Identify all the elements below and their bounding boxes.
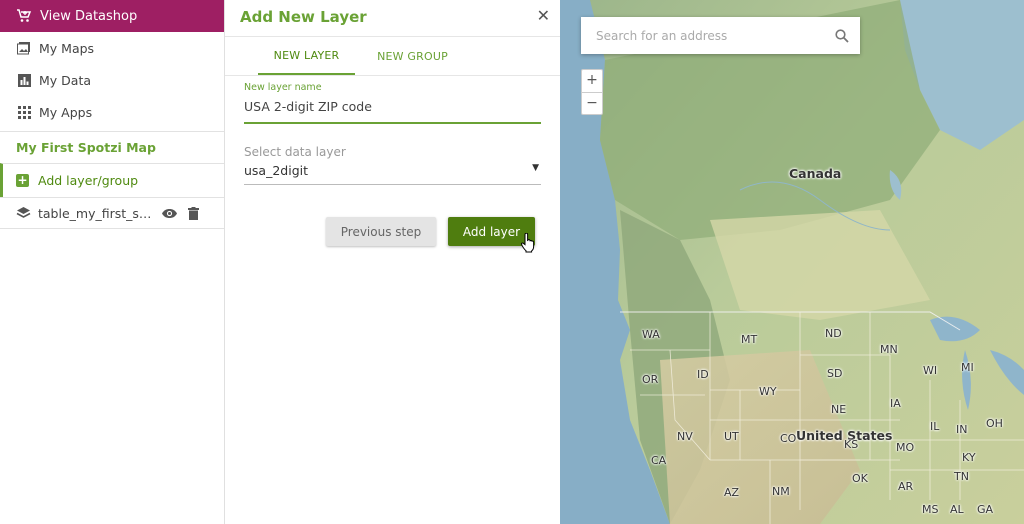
- select-underline: [244, 184, 541, 185]
- nav-my-apps[interactable]: My Apps: [0, 96, 224, 128]
- hand-cursor-icon: [521, 233, 535, 253]
- zoom-out-button[interactable]: −: [582, 92, 602, 114]
- previous-step-button[interactable]: Previous step: [326, 217, 436, 246]
- panel-header: Add New Layer: [225, 0, 560, 34]
- plus-icon: +: [16, 173, 29, 187]
- state-label: AL: [950, 503, 964, 516]
- state-label: WI: [923, 364, 938, 377]
- trash-icon[interactable]: [184, 205, 202, 221]
- state-label: NE: [831, 403, 847, 416]
- state-label: CO: [780, 432, 797, 445]
- add-layer-panel: Add New Layer ✕ NEW LAYER NEW GROUP New …: [225, 0, 560, 524]
- dropdown-arrow-icon[interactable]: ▼: [532, 163, 541, 178]
- data-layer-value-row[interactable]: usa_2digit ▼: [244, 163, 541, 178]
- state-label: TN: [954, 470, 969, 483]
- state-label: MN: [880, 343, 898, 356]
- layer-name-label: New layer name: [244, 82, 322, 93]
- grid-icon: [16, 104, 32, 120]
- data-layer-select[interactable]: Select data layer usa_2digit ▼: [244, 145, 541, 185]
- state-label: KS: [844, 438, 859, 451]
- search-icon[interactable]: [824, 28, 860, 43]
- state-label: MS: [922, 503, 939, 516]
- state-label: MI: [961, 361, 974, 374]
- image-icon: [16, 40, 32, 56]
- zoom-in-button[interactable]: +: [582, 70, 602, 92]
- view-datashop-label: View Datashop: [40, 8, 138, 24]
- layer-name-input[interactable]: USA 2-digit ZIP code: [244, 99, 541, 114]
- state-label: WY: [759, 385, 777, 398]
- state-label: GA: [977, 503, 994, 516]
- bar-chart-icon: [16, 72, 32, 88]
- nav-label: My Data: [39, 72, 92, 88]
- address-search-input[interactable]: Search for an address: [581, 17, 860, 54]
- view-datashop-button[interactable]: View Datashop: [0, 0, 224, 32]
- map-terrain: [560, 0, 1024, 524]
- state-label: OH: [986, 417, 1003, 430]
- close-icon[interactable]: ✕: [537, 6, 550, 25]
- zoom-control: + −: [581, 69, 603, 115]
- map-view[interactable]: Search for an address + − Canada United …: [560, 0, 1024, 524]
- state-label: MT: [741, 333, 758, 346]
- state-label: IL: [930, 420, 940, 433]
- data-layer-label: Select data layer: [244, 145, 346, 159]
- state-label: OK: [852, 472, 868, 485]
- panel-title: Add New Layer: [240, 8, 367, 26]
- nav-my-maps[interactable]: My Maps: [0, 32, 224, 64]
- state-label: ID: [697, 368, 709, 381]
- state-label: NV: [677, 430, 693, 443]
- state-label: MO: [896, 441, 915, 454]
- search-placeholder: Search for an address: [596, 28, 728, 43]
- layers-icon: [16, 206, 31, 220]
- panel-tabs: NEW LAYER NEW GROUP: [225, 36, 560, 76]
- tab-new-layer[interactable]: NEW LAYER: [258, 37, 355, 75]
- cart-icon: [16, 8, 32, 24]
- state-label: ND: [825, 327, 842, 340]
- state-label: SD: [827, 367, 843, 380]
- layer-item[interactable]: table_my_first_spotzi_map: [0, 197, 224, 229]
- add-layer-group-label: Add layer/group: [38, 173, 139, 188]
- nav-my-data[interactable]: My Data: [0, 64, 224, 96]
- state-label: WA: [642, 328, 660, 341]
- state-label: AZ: [724, 486, 740, 499]
- state-label: CA: [651, 454, 667, 467]
- layer-name-field[interactable]: New layer name USA 2-digit ZIP code: [244, 82, 541, 124]
- tab-new-group[interactable]: NEW GROUP: [365, 37, 460, 75]
- state-label: NM: [772, 485, 790, 498]
- state-label: KY: [962, 451, 976, 464]
- state-label: UT: [724, 430, 739, 443]
- eye-icon[interactable]: [160, 205, 178, 221]
- state-label: IA: [890, 397, 901, 410]
- input-underline: [244, 122, 541, 124]
- data-layer-value: usa_2digit: [244, 163, 309, 178]
- layer-name: table_my_first_spotzi_map: [38, 205, 154, 221]
- nav-label: My Apps: [39, 104, 93, 120]
- add-layer-group-button[interactable]: + Add layer/group: [0, 163, 224, 197]
- map-title: My First Spotzi Map: [0, 131, 224, 163]
- state-label: OR: [642, 373, 659, 386]
- state-label: AR: [898, 480, 914, 493]
- country-label-canada: Canada: [789, 166, 842, 181]
- nav-label: My Maps: [39, 40, 95, 56]
- state-label: IN: [956, 423, 968, 436]
- sidebar: View Datashop My Maps My Data My Apps My…: [0, 0, 225, 524]
